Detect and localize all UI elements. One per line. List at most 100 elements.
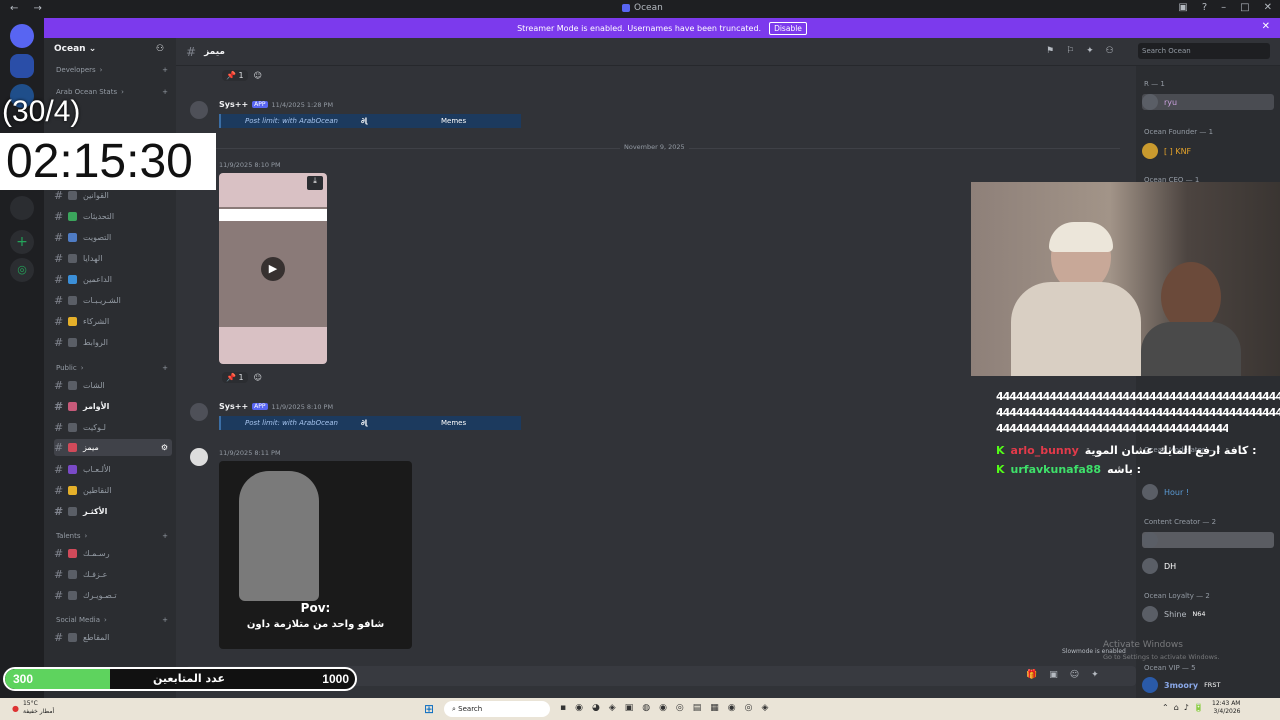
channel-item[interactable]: # عـزفـك — [54, 567, 172, 581]
member-item[interactable]: 3moory FRST — [1142, 677, 1220, 693]
settings-icon[interactable]: ⚙ — [161, 443, 168, 452]
help-icon[interactable]: ? — [1202, 2, 1207, 13]
channel-item[interactable]: # الهدايا — [54, 251, 172, 265]
plus-icon[interactable]: + — [162, 88, 168, 96]
channel-item[interactable]: # لـوكيت — [54, 420, 172, 434]
header-tools-icons[interactable]: ⚑⚐✦⚇ — [1046, 46, 1126, 56]
channel-item[interactable]: # المقاطع — [54, 630, 172, 644]
video-attachment[interactable]: ▶ ⤓ — [219, 173, 327, 364]
weather-widget[interactable]: ● 15°C أمطار خفيفة — [12, 700, 54, 716]
search-input[interactable]: Search Ocean — [1138, 43, 1270, 59]
title-bar: ← → Ocean ▣ ? – □ ✕ — [0, 0, 1280, 18]
server-icon[interactable] — [10, 196, 34, 220]
plus-icon[interactable]: + — [162, 66, 168, 74]
composer-tools-icons[interactable]: 🎁▣☺✦ — [1026, 670, 1111, 680]
channel-item[interactable]: # الشات — [54, 378, 172, 392]
channel-item[interactable]: # التحديثات — [54, 209, 172, 223]
channel-item[interactable]: # الألـعـاب — [54, 462, 172, 476]
channel-item[interactable]: # تـصـويـرك — [54, 588, 172, 602]
start-icon[interactable]: ⊞ — [424, 702, 434, 716]
embed-text: Post limit: with ArabOcean — [245, 419, 338, 427]
taskbar-search[interactable]: ⌕ Search — [444, 701, 550, 717]
member-badge: FRST — [1204, 681, 1221, 689]
member-item[interactable]: ryu — [1142, 94, 1274, 110]
home-icon[interactable] — [10, 24, 34, 48]
weather-icon: ● — [12, 703, 19, 713]
stream-timer: 02:15:30 — [0, 133, 216, 190]
channel-item-active[interactable]: # ميمز ⚙ — [54, 439, 172, 456]
date-divider: November 9, 2025 — [190, 143, 1120, 151]
taskbar-apps-icons[interactable]: ▪◉◕◈▣◍◉◎▤▦◉◎◈ — [560, 703, 777, 713]
windows-taskbar: ● 15°C أمطار خفيفة ⊞ ⌕ Search ▪◉◕◈▣◍◉◎▤▦… — [0, 698, 1280, 720]
weather-temp: 15°C — [22, 700, 38, 707]
category-social-media[interactable]: Social Media › + — [56, 616, 168, 624]
plus-icon[interactable]: + — [162, 532, 168, 540]
member-group-label: R — 1 — [1144, 80, 1165, 88]
channel-header: # ميمز ⚑⚐✦⚇ Search Ocean — [176, 38, 1280, 66]
channel-item[interactable]: # التصويت — [54, 230, 172, 244]
inbox-icon[interactable]: ▣ — [1178, 2, 1187, 13]
channel-item[interactable]: # الروابط — [54, 335, 172, 349]
add-server-icon[interactable]: + — [10, 230, 34, 254]
chat-message: K urfavkunafa88 باشه : — [996, 463, 1280, 476]
author-name[interactable]: Sys++ — [219, 402, 248, 411]
category-developers[interactable]: Developers › + — [56, 66, 168, 74]
channel-item[interactable]: # الشـريـبـات — [54, 293, 172, 307]
server-name[interactable]: Ocean ⌄ — [54, 44, 96, 54]
clock[interactable]: 12:43 AM 3/4/2026 — [1212, 700, 1240, 716]
channel-item[interactable]: # الأكثـر — [54, 504, 172, 518]
tray-icons[interactable]: ⌃⌂♪🔋 — [1162, 703, 1209, 712]
download-icon[interactable]: ⤓ — [307, 176, 323, 190]
channel-label: النقاطين — [83, 485, 112, 495]
avatar[interactable] — [190, 403, 208, 421]
plus-icon[interactable]: + — [162, 364, 168, 372]
video-caption: شافو واحد من متلازمة داون — [246, 619, 385, 630]
member-item[interactable]: Shine N64 — [1142, 606, 1206, 622]
channel-item[interactable]: # القوانين — [54, 188, 172, 202]
follower-goal-bar: 300 عدد المتابعين 1000 — [3, 667, 357, 691]
reaction-row[interactable]: 📌 1 ☺ — [222, 70, 262, 81]
member-item[interactable]: DH — [1142, 558, 1176, 574]
member-item[interactable] — [1142, 532, 1274, 548]
avatar[interactable] — [190, 448, 208, 466]
reaction-row[interactable]: 📌 1 ☺ — [222, 372, 262, 383]
add-reaction-icon[interactable]: ☺ — [254, 373, 262, 382]
plus-icon[interactable]: + — [162, 616, 168, 624]
minimize-icon[interactable]: – — [1221, 2, 1226, 13]
chat-username: urfavkunafa88 — [1010, 463, 1102, 476]
embed-banner: Post limit: with ArabOcean ∂ɭ Memes — [219, 416, 521, 430]
channel-item[interactable]: # الشركاء — [54, 314, 172, 328]
banner-text: Streamer Mode is enabled. Usernames have… — [517, 23, 762, 33]
category-talents[interactable]: Talents › + — [56, 532, 168, 540]
channel-item[interactable]: # النقاطين — [54, 483, 172, 497]
member-item[interactable]: [ ] KNF — [1142, 143, 1191, 159]
play-icon[interactable]: ▶ — [261, 257, 285, 281]
category-public[interactable]: Public › + — [56, 364, 168, 372]
close-icon[interactable]: ✕ — [1264, 2, 1272, 13]
add-reaction-icon[interactable]: ☺ — [254, 71, 262, 80]
reaction-pill[interactable]: 📌 1 — [222, 70, 248, 81]
nav-arrows-icon[interactable]: ← → — [10, 3, 48, 14]
member-group-label: Ocean Founder — 1 — [1144, 128, 1214, 136]
author-name[interactable]: Sys++ — [219, 100, 248, 109]
add-member-icon[interactable]: ⚇ — [156, 44, 164, 54]
channel-label: التحديثات — [83, 211, 115, 221]
avatar — [1142, 143, 1158, 159]
avatar — [1142, 606, 1158, 622]
message-header: 11/9/2025 8:11 PM — [219, 449, 281, 457]
channel-item[interactable]: # الداعمين — [54, 272, 172, 286]
maximize-icon[interactable]: □ — [1240, 2, 1249, 13]
reaction-pill[interactable]: 📌 1 — [222, 372, 248, 383]
channel-item[interactable]: # رسـمـك — [54, 546, 172, 560]
member-item[interactable]: Hour ! — [1142, 484, 1189, 500]
close-banner-icon[interactable]: ✕ — [1262, 21, 1270, 32]
follower-current: 300 — [13, 672, 34, 686]
stream-chat-overlay: 4444444444444444444444444444444444444444… — [996, 390, 1280, 476]
server-icon-ocean[interactable] — [10, 54, 34, 78]
explore-icon[interactable]: ◎ — [10, 258, 34, 282]
channel-item[interactable]: # الأوامر — [54, 399, 172, 413]
avatar[interactable] — [190, 101, 208, 119]
video-attachment[interactable]: Pov: شافو واحد من متلازمة داون — [219, 461, 412, 649]
disable-button[interactable]: Disable — [769, 21, 807, 35]
kick-icon: K — [996, 463, 1005, 476]
